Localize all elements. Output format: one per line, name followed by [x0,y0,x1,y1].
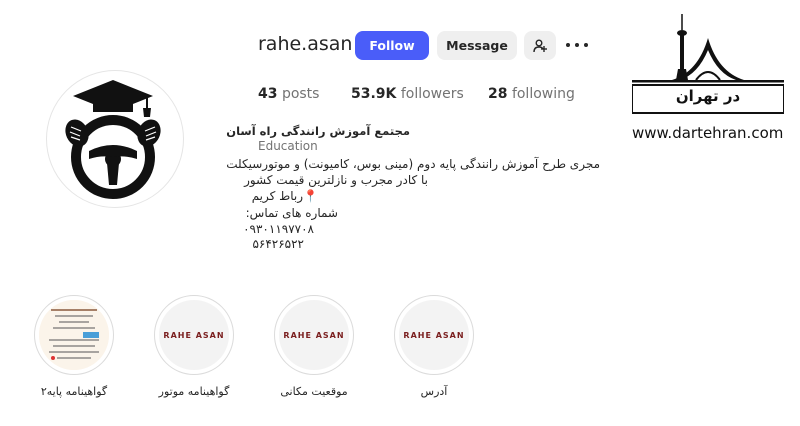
watermark-url: www.dartehran.com [632,124,784,142]
highlight-ring: RAHE ASAN [274,295,354,375]
highlight-ring: RAHE ASAN [394,295,474,375]
highlight-item[interactable]: RAHE ASAN آدرس [394,295,474,398]
watermark-title: در تهران [675,87,741,105]
highlight-brand: RAHE ASAN [403,330,465,340]
suggest-accounts-button[interactable] [524,31,556,60]
highlight-label: موقعیت مکانی [280,385,348,398]
posts-stat: 43 posts [258,86,319,102]
bio-line: 📍رباط کریم [251,189,318,203]
bio-line: مجری طرح آموزش رانندگی پایه دوم (مینی بو… [226,157,600,171]
highlight-item[interactable]: گواهینامه پایه۲ [34,295,114,398]
highlight-item[interactable]: RAHE ASAN گواهینامه موتور [154,295,234,398]
highlight-brand: RAHE ASAN [283,330,345,340]
phone-number[interactable]: ۵۶۴۲۶۵۲۲ [252,237,304,251]
bio-line: با کادر مجرب و نازلترین قیمت کشور [244,173,428,187]
highlight-ring: RAHE ASAN [154,295,234,375]
more-icon[interactable] [566,37,588,53]
highlight-label: آدرس [420,385,448,398]
document-thumbnail [39,300,109,370]
followers-label: followers [400,86,464,102]
bio-line: شماره های تماس: [245,206,338,220]
phone-number[interactable]: ۰۹۳۰۱۱۹۷۷۰۸ [243,222,314,236]
followers-count: 53.9K [351,86,397,102]
follow-button[interactable]: Follow [355,31,429,60]
highlight-label: گواهینامه پایه۲ [40,385,108,398]
followers-stat[interactable]: 53.9K followers [351,86,464,102]
highlight-label: گواهینامه موتور [158,385,230,398]
message-button[interactable]: Message [437,31,517,60]
highlight-cover: RAHE ASAN [399,300,469,370]
following-count: 28 [488,86,508,102]
highlight-brand: RAHE ASAN [163,330,225,340]
highlight-item[interactable]: RAHE ASAN موقعیت مکانی [274,295,354,398]
profile-username: rahe.asan [258,33,353,55]
highlight-cover: RAHE ASAN [159,300,229,370]
posts-count: 43 [258,86,278,102]
highlight-ring [34,295,114,375]
graduation-cap-steering-wheel-icon [65,80,161,199]
person-add-icon [533,39,547,52]
highlight-cover: RAHE ASAN [279,300,349,370]
dartehran-logo: در تهران [631,10,785,120]
bio-category: Education [258,139,318,153]
following-label: following [511,86,575,102]
posts-label: posts [281,86,320,102]
bio-name: مجتمع آموزش رانندگی راه آسان [226,124,410,138]
profile-avatar[interactable] [46,70,184,208]
following-stat[interactable]: 28 following [488,86,575,102]
